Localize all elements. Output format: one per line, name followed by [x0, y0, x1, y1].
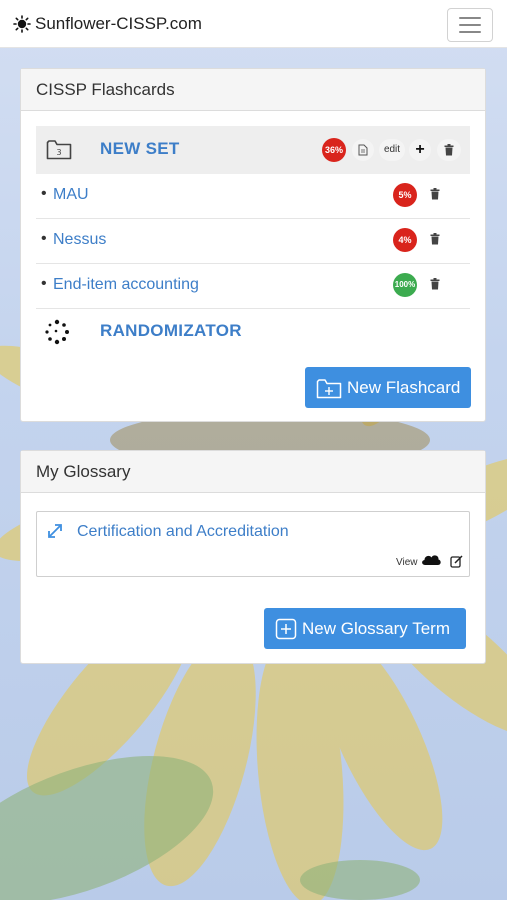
trash-icon[interactable] — [430, 277, 442, 291]
bullet: • — [41, 230, 47, 247]
flashcard-link[interactable]: End-item accounting — [53, 276, 199, 294]
set-title[interactable]: NEW SET — [100, 139, 180, 159]
menu-bar — [459, 31, 481, 33]
trash-icon[interactable] — [430, 232, 442, 246]
navbar: Sunflower-CISSP.com — [0, 0, 507, 48]
set-count: 3 — [56, 148, 61, 157]
new-flashcard-button[interactable]: New Flashcard — [305, 367, 471, 408]
set-progress-badge: 36% — [322, 138, 346, 162]
flashcards-panel: CISSP Flashcards 3 NEW SET 36% edit + • … — [20, 68, 486, 422]
plus-square-icon — [275, 618, 297, 640]
add-card-button[interactable]: + — [409, 139, 431, 161]
trash-icon — [444, 144, 454, 156]
folder-plus-icon — [316, 377, 342, 399]
bullet: • — [41, 275, 47, 292]
sunflower-logo-icon — [13, 14, 31, 33]
edit-icon[interactable] — [450, 555, 463, 568]
list-item: • MAU 5% — [36, 174, 470, 219]
new-glossary-term-button[interactable]: New Glossary Term — [264, 608, 466, 649]
menu-bar — [459, 24, 481, 26]
brand[interactable]: Sunflower-CISSP.com — [13, 14, 202, 34]
delete-set-button[interactable] — [437, 139, 461, 161]
cloud-icon[interactable] — [420, 552, 442, 566]
randomizer-row[interactable]: RANDOMIZATOR — [36, 309, 470, 353]
flashcards-heading: CISSP Flashcards — [21, 69, 485, 111]
document-icon — [358, 144, 368, 156]
list-item: • End-item accounting 100% — [36, 264, 470, 309]
menu-bar — [459, 17, 481, 19]
folder-icon: 3 — [46, 138, 72, 160]
brand-name: Sunflower-CISSP.com — [35, 13, 202, 33]
set-row[interactable]: 3 NEW SET 36% edit + — [36, 126, 470, 174]
progress-badge: 4% — [393, 228, 417, 252]
bullet: • — [41, 185, 47, 202]
trash-icon[interactable] — [430, 187, 442, 201]
progress-badge: 100% — [393, 273, 417, 297]
edit-set-button[interactable]: edit — [379, 139, 405, 161]
new-glossary-term-label: New Glossary Term — [302, 618, 450, 638]
glossary-term-link[interactable]: Certification and Accreditation — [77, 523, 289, 541]
new-flashcard-label: New Flashcard — [347, 377, 461, 397]
glossary-panel: My Glossary Certification and Accreditat… — [20, 450, 486, 664]
export-pdf-button[interactable] — [352, 139, 374, 161]
glossary-heading: My Glossary — [21, 451, 485, 493]
hamburger-menu-button[interactable] — [447, 8, 493, 42]
list-item: • Nessus 4% — [36, 219, 470, 264]
randomizer-link[interactable]: RANDOMIZATOR — [100, 321, 242, 341]
flashcard-link[interactable]: Nessus — [53, 231, 106, 249]
view-link[interactable]: View — [396, 557, 418, 568]
progress-badge: 5% — [393, 183, 417, 207]
shuffle-spinner-icon — [44, 319, 70, 345]
glossary-term-card: Certification and Accreditation View — [36, 511, 470, 577]
flashcard-link[interactable]: MAU — [53, 186, 89, 204]
expand-icon[interactable] — [46, 522, 64, 540]
